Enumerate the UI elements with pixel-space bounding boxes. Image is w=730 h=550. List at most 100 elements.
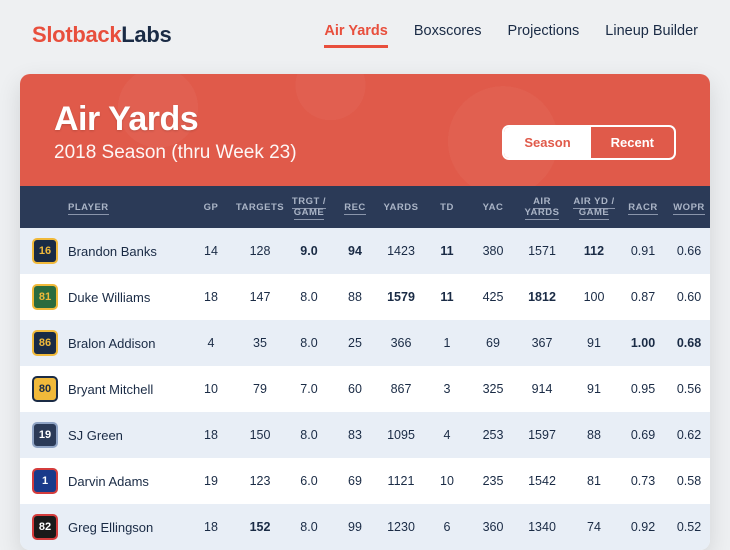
season-recent-toggle: Season Recent — [502, 125, 676, 160]
table-row[interactable]: 81Duke Williams181478.088157911425181210… — [20, 274, 710, 320]
cell-yards: 1095 — [378, 428, 424, 442]
cell-gp: 10 — [188, 382, 234, 396]
table-row[interactable]: 86Bralon Addison4358.025366169367911.000… — [20, 320, 710, 366]
col-racr[interactable]: RACR — [620, 202, 666, 213]
cell-trgt-game: 6.0 — [286, 474, 332, 488]
col-targets[interactable]: TARGETS — [234, 202, 286, 213]
cell-air-yd-game: 100 — [568, 290, 620, 304]
cell-gp: 18 — [188, 290, 234, 304]
cell-td: 10 — [424, 474, 470, 488]
cell-air-yards: 367 — [516, 336, 568, 350]
player-name: Bralon Addison — [66, 336, 188, 351]
cell-td: 4 — [424, 428, 470, 442]
player-name: Duke Williams — [66, 290, 188, 305]
player-name: Bryant Mitchell — [66, 382, 188, 397]
cell-yards: 1579 — [378, 290, 424, 304]
page-subtitle: 2018 Season (thru Week 23) — [54, 142, 297, 164]
cell-wopr: 0.58 — [666, 474, 710, 488]
cell-yac: 360 — [470, 520, 516, 534]
nav-item-projections[interactable]: Projections — [508, 23, 580, 48]
table-body: 16Brandon Banks141289.094142311380157111… — [20, 228, 710, 550]
cell-yac: 325 — [470, 382, 516, 396]
cell-yac: 380 — [470, 244, 516, 258]
table-header: PLAYER GP TARGETS TRGT / GAME REC YARDS … — [20, 186, 710, 228]
cell-wopr: 0.56 — [666, 382, 710, 396]
col-gp[interactable]: GP — [188, 202, 234, 213]
top-bar: SlotbackLabs Air Yards Boxscores Projectio… — [0, 0, 730, 74]
cell-targets: 35 — [234, 336, 286, 350]
col-td[interactable]: TD — [424, 202, 470, 213]
cell-targets: 147 — [234, 290, 286, 304]
table-row[interactable]: 16Brandon Banks141289.094142311380157111… — [20, 228, 710, 274]
jersey-badge: 82 — [32, 514, 58, 540]
cell-rec: 83 — [332, 428, 378, 442]
col-trgt-game[interactable]: TRGT / GAME — [286, 196, 332, 218]
col-air-yards[interactable]: AIR YARDS — [516, 196, 568, 218]
cell-rec: 69 — [332, 474, 378, 488]
jersey-badge: 19 — [32, 422, 58, 448]
logo-part-a: Slotback — [32, 22, 121, 47]
cell-td: 11 — [424, 244, 470, 258]
cell-td: 6 — [424, 520, 470, 534]
cell-yac: 253 — [470, 428, 516, 442]
cell-racr: 0.95 — [620, 382, 666, 396]
jersey-badge: 1 — [32, 468, 58, 494]
col-player[interactable]: PLAYER — [66, 202, 188, 213]
cell-rec: 60 — [332, 382, 378, 396]
table-row[interactable]: 82Greg Ellingson181528.09912306360134074… — [20, 504, 710, 550]
cell-air-yd-game: 112 — [568, 244, 620, 258]
cell-trgt-game: 8.0 — [286, 336, 332, 350]
cell-gp: 18 — [188, 428, 234, 442]
cell-wopr: 0.62 — [666, 428, 710, 442]
table-row[interactable]: 80Bryant Mitchell10797.0608673325914910.… — [20, 366, 710, 412]
cell-air-yards: 914 — [516, 382, 568, 396]
player-name: Brandon Banks — [66, 244, 188, 259]
table-row[interactable]: 19SJ Green181508.083109542531597880.690.… — [20, 412, 710, 458]
cell-gp: 14 — [188, 244, 234, 258]
cell-air-yards: 1542 — [516, 474, 568, 488]
cell-racr: 0.73 — [620, 474, 666, 488]
col-wopr[interactable]: WOPR — [666, 202, 710, 213]
cell-air-yd-game: 81 — [568, 474, 620, 488]
card-header-titles: Air Yards 2018 Season (thru Week 23) — [54, 100, 297, 164]
main-nav: Air Yards Boxscores Projections Lineup Buil… — [324, 23, 698, 48]
cell-targets: 150 — [234, 428, 286, 442]
cell-air-yd-game: 91 — [568, 336, 620, 350]
cell-air-yd-game: 91 — [568, 382, 620, 396]
cell-air-yards: 1597 — [516, 428, 568, 442]
cell-yards: 366 — [378, 336, 424, 350]
toggle-season[interactable]: Season — [504, 127, 590, 158]
col-yac[interactable]: YAC — [470, 202, 516, 213]
cell-air-yards: 1571 — [516, 244, 568, 258]
jersey-badge: 16 — [32, 238, 58, 264]
col-air-yd-game[interactable]: AIR YD / GAME — [568, 196, 620, 218]
table-row[interactable]: 1Darvin Adams191236.0691121102351542810.… — [20, 458, 710, 504]
cell-gp: 4 — [188, 336, 234, 350]
jersey-badge: 81 — [32, 284, 58, 310]
cell-wopr: 0.66 — [666, 244, 710, 258]
player-name: Darvin Adams — [66, 474, 188, 489]
cell-rec: 94 — [332, 244, 378, 258]
cell-trgt-game: 7.0 — [286, 382, 332, 396]
cell-wopr: 0.52 — [666, 520, 710, 534]
cell-targets: 123 — [234, 474, 286, 488]
cell-yac: 69 — [470, 336, 516, 350]
cell-air-yards: 1340 — [516, 520, 568, 534]
col-yards[interactable]: YARDS — [378, 202, 424, 213]
toggle-recent[interactable]: Recent — [591, 127, 674, 158]
cell-yards: 1230 — [378, 520, 424, 534]
cell-yac: 425 — [470, 290, 516, 304]
cell-rec: 88 — [332, 290, 378, 304]
nav-item-lineup-builder[interactable]: Lineup Builder — [605, 23, 698, 48]
nav-item-boxscores[interactable]: Boxscores — [414, 23, 482, 48]
logo[interactable]: SlotbackLabs — [32, 22, 171, 48]
cell-yac: 235 — [470, 474, 516, 488]
cell-td: 3 — [424, 382, 470, 396]
col-rec[interactable]: REC — [332, 202, 378, 213]
nav-item-air-yards[interactable]: Air Yards — [324, 23, 387, 48]
cell-gp: 18 — [188, 520, 234, 534]
cell-yards: 1423 — [378, 244, 424, 258]
cell-targets: 152 — [234, 520, 286, 534]
logo-part-b: Labs — [121, 22, 171, 47]
cell-trgt-game: 8.0 — [286, 428, 332, 442]
